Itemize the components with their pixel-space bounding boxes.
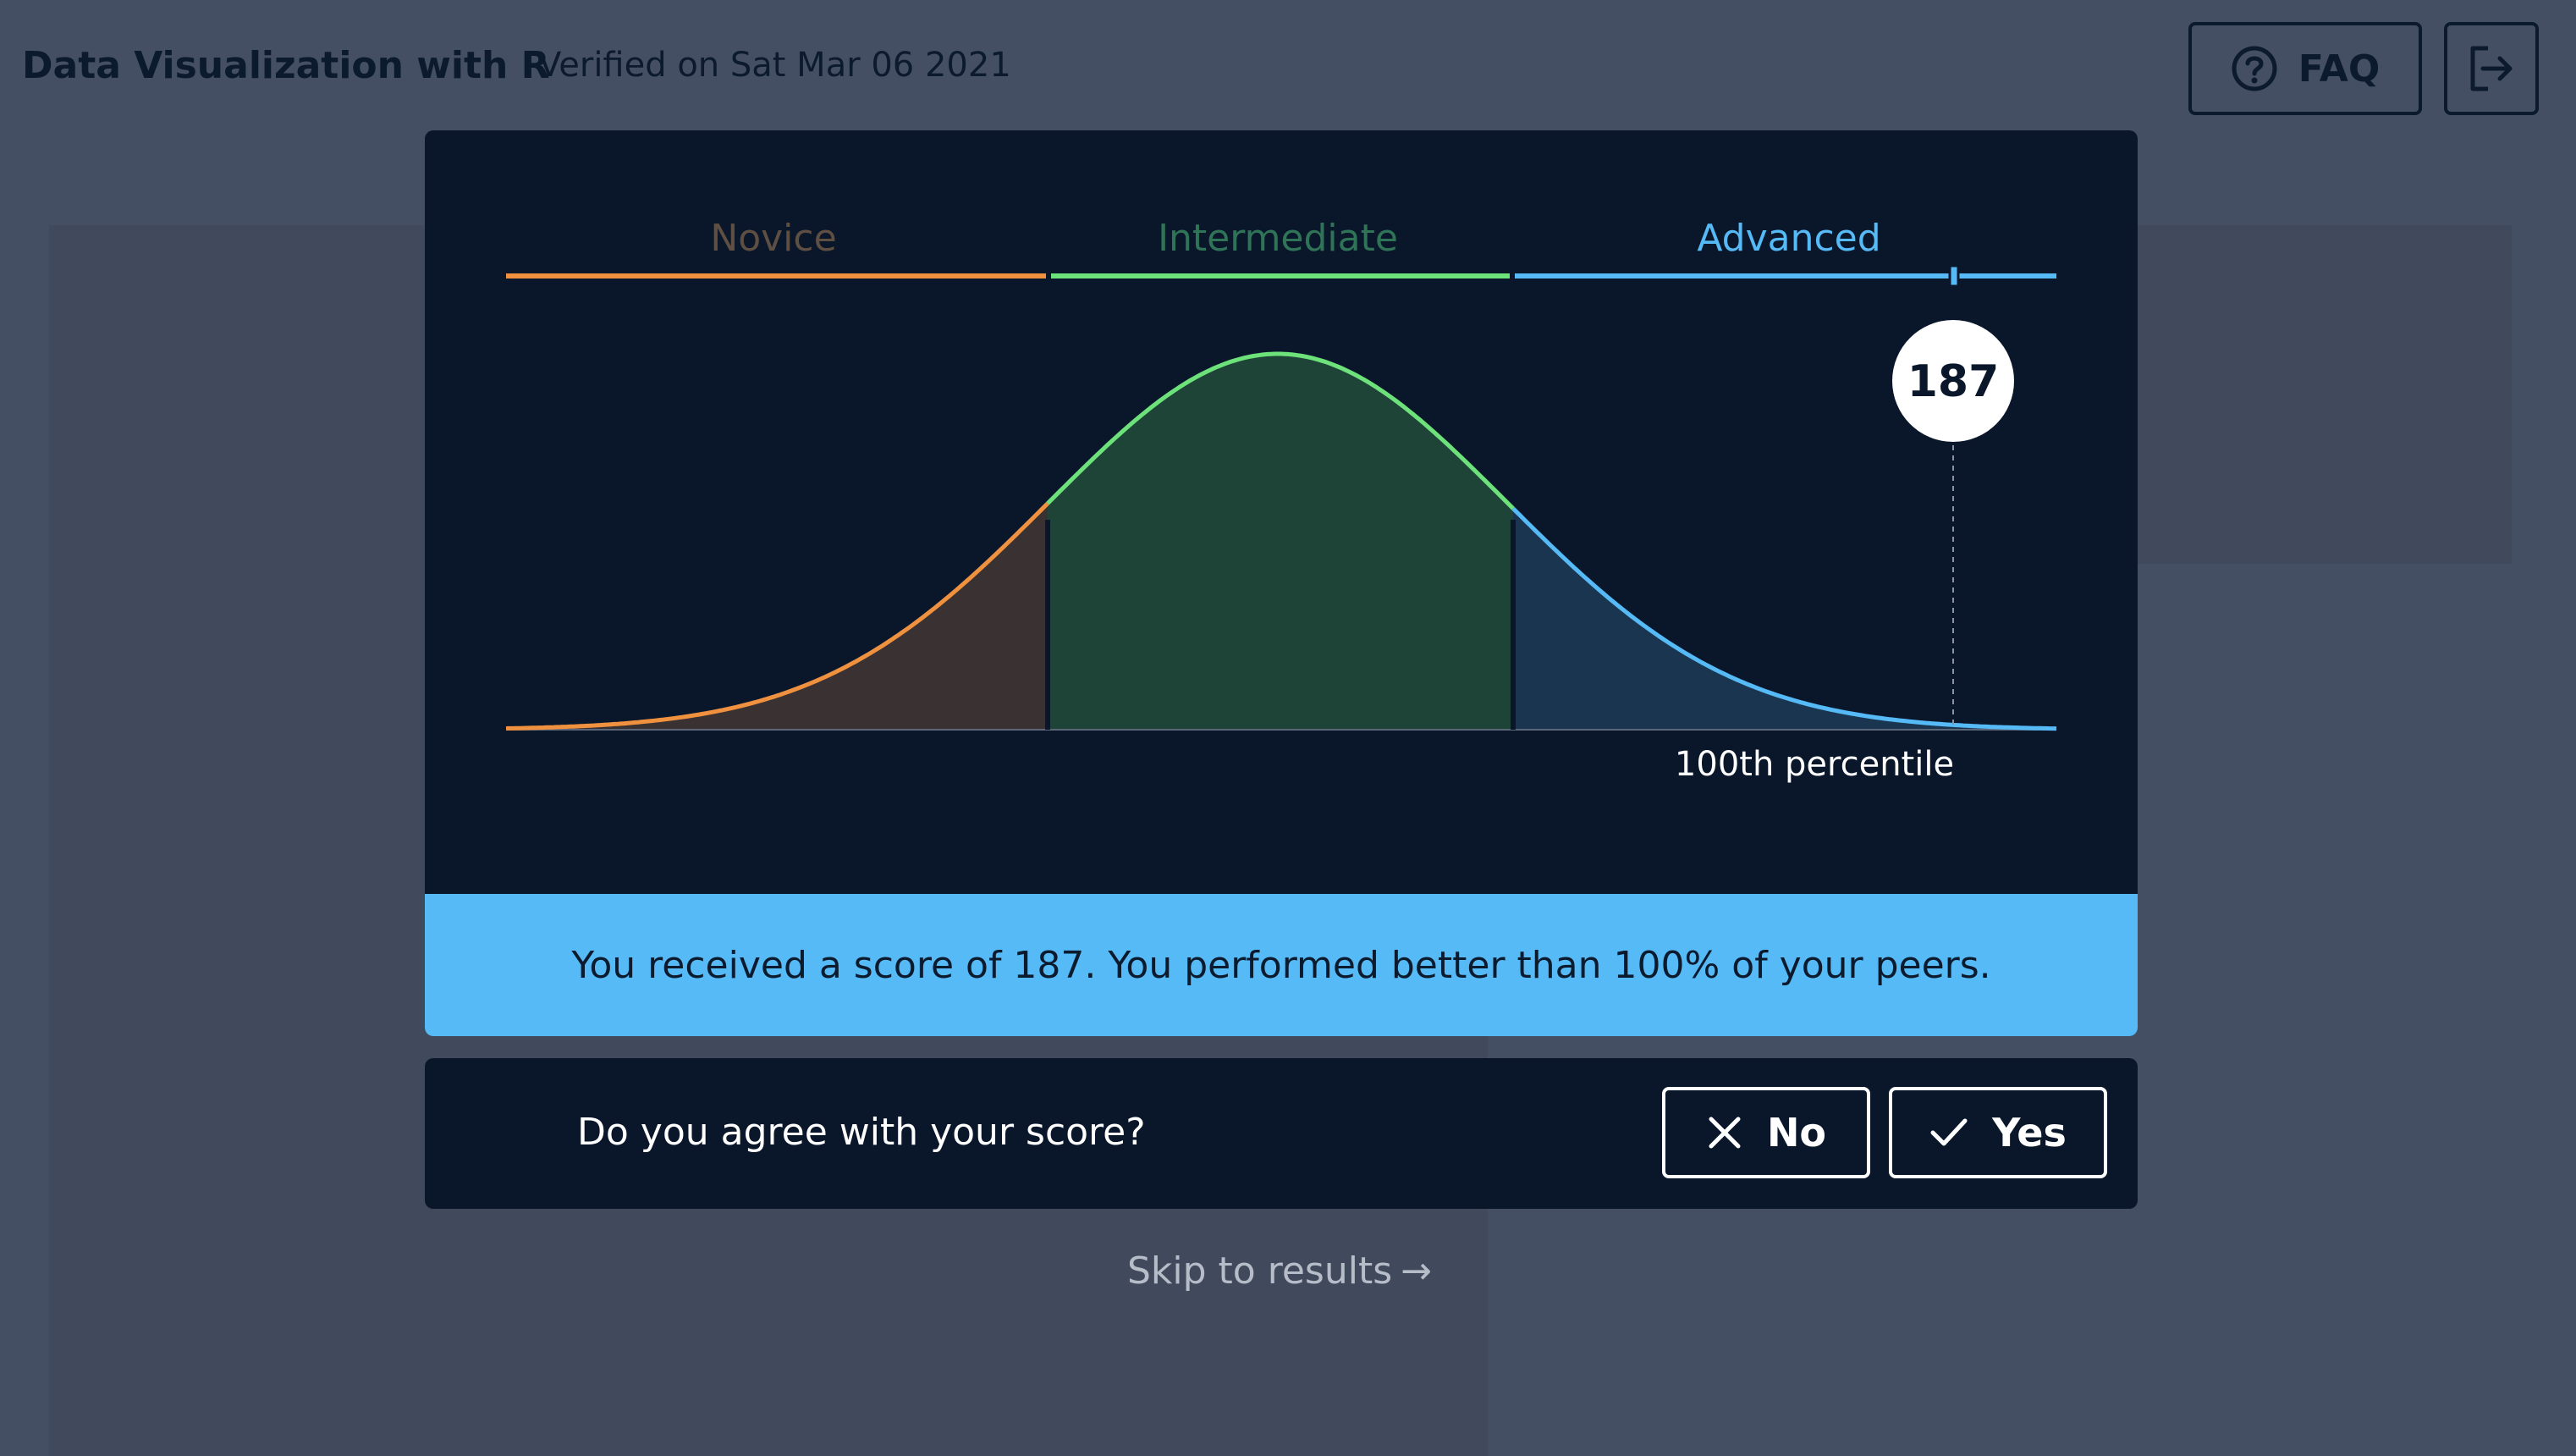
exit-icon bbox=[2470, 46, 2513, 91]
yes-button[interactable]: Yes bbox=[1889, 1087, 2107, 1178]
region-fill-intermediate bbox=[1048, 354, 1513, 730]
header-bar: Data Visualization with R Verified on Sa… bbox=[0, 0, 2576, 142]
yes-label: Yes bbox=[1992, 1110, 2067, 1155]
agree-panel: Do you agree with your score? No Yes bbox=[425, 1058, 2138, 1209]
faq-button[interactable]: FAQ bbox=[2188, 22, 2422, 115]
check-icon bbox=[1930, 1118, 1968, 1146]
exit-button[interactable] bbox=[2444, 22, 2539, 115]
close-icon bbox=[1709, 1117, 1741, 1149]
score-value: 187 bbox=[1907, 356, 2000, 407]
percentile-label: 100th percentile bbox=[1675, 745, 1954, 784]
skip-to-results-link[interactable]: Skip to results → bbox=[1127, 1249, 1432, 1293]
verified-date: Verified on Sat Mar 06 2021 bbox=[538, 46, 1011, 85]
score-distribution-chart: Novice Intermediate Advanced 187 100th p… bbox=[505, 217, 2057, 784]
score-modal: Novice Intermediate Advanced 187 100th p… bbox=[425, 130, 2138, 1036]
score-marker-tick bbox=[1948, 264, 1960, 288]
level-label-novice: Novice bbox=[710, 217, 836, 260]
score-banner: You received a score of 187. You perform… bbox=[425, 894, 2138, 1036]
skip-label: Skip to results bbox=[1127, 1249, 1393, 1293]
arrow-right-icon: → bbox=[1401, 1249, 1432, 1293]
no-button[interactable]: No bbox=[1662, 1087, 1870, 1178]
level-label-intermediate: Intermediate bbox=[1158, 217, 1398, 260]
no-label: No bbox=[1766, 1110, 1827, 1155]
agree-question: Do you agree with your score? bbox=[577, 1111, 1146, 1154]
question-circle-icon bbox=[2232, 46, 2277, 91]
course-title: Data Visualization with R bbox=[22, 44, 550, 87]
faq-label: FAQ bbox=[2298, 47, 2381, 91]
level-label-advanced: Advanced bbox=[1697, 217, 1880, 260]
